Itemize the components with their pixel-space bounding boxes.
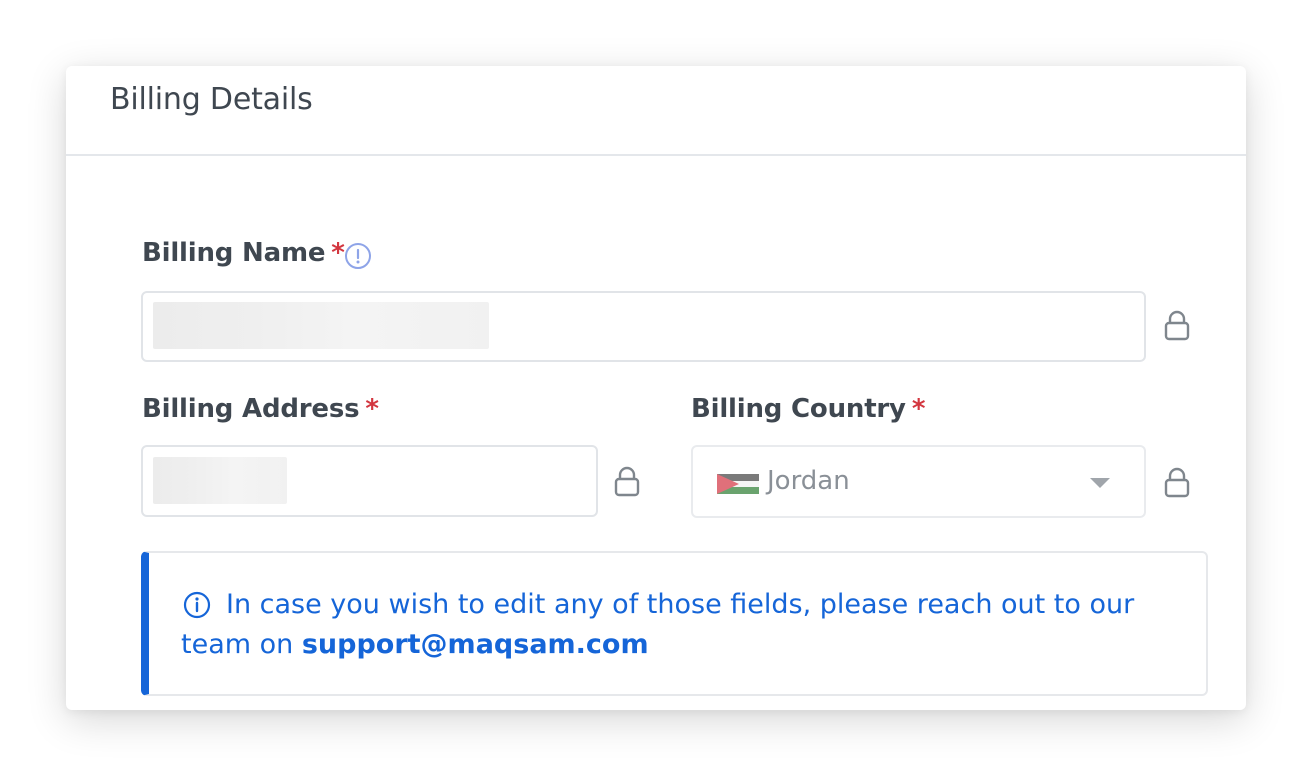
info-hint-icon[interactable] xyxy=(344,242,372,270)
billing-country-value: Jordan xyxy=(767,466,850,496)
card-title: Billing Details xyxy=(110,82,313,117)
card-header: Billing Details xyxy=(66,66,1246,156)
billing-country-select[interactable]: Jordan xyxy=(691,445,1146,518)
billing-details-card: Billing Details Billing Name * Billing Ad… xyxy=(66,66,1246,710)
redacted-value xyxy=(153,302,489,349)
jordan-flag-icon xyxy=(717,474,759,494)
support-email-link[interactable]: support@maqsam.com xyxy=(302,629,649,660)
billing-name-label-text: Billing Name xyxy=(142,238,326,268)
billing-name-input[interactable] xyxy=(141,291,1146,362)
billing-name-lock-icon xyxy=(1164,310,1190,341)
required-mark: * xyxy=(331,238,345,268)
billing-address-label-text: Billing Address xyxy=(142,394,360,424)
billing-address-label: Billing Address * xyxy=(142,394,379,424)
billing-name-label: Billing Name * xyxy=(142,238,345,268)
billing-country-lock-icon xyxy=(1164,467,1190,498)
billing-country-label: Billing Country * xyxy=(691,394,925,424)
required-mark: * xyxy=(365,394,379,424)
billing-address-lock-icon xyxy=(614,466,640,497)
caret-down-icon xyxy=(1090,478,1110,488)
notice-text: In case you wish to edit any of those fi… xyxy=(181,585,1181,665)
billing-address-input[interactable] xyxy=(141,445,598,517)
support-notice: In case you wish to edit any of those fi… xyxy=(141,551,1208,696)
billing-country-label-text: Billing Country xyxy=(691,394,906,424)
redacted-value xyxy=(153,457,287,504)
required-mark: * xyxy=(911,394,926,424)
